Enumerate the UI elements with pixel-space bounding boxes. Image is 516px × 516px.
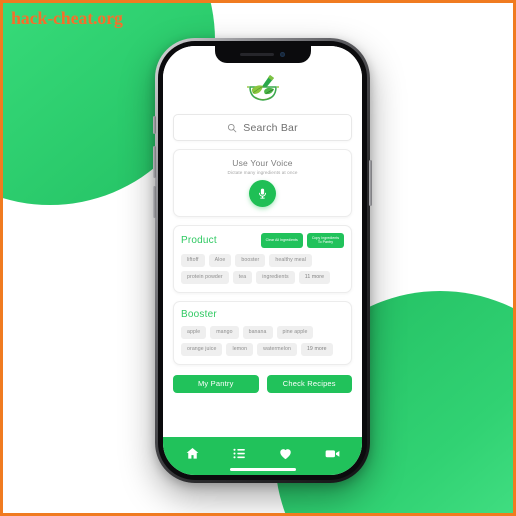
earpiece-speaker [240,53,274,56]
search-icon [228,123,237,132]
tag-item[interactable]: liftoff [181,253,205,267]
voice-input-card[interactable]: Use Your Voice Dictate many ingredients … [173,149,352,217]
tag-item[interactable]: ingredients [256,270,295,284]
clear-all-ingredients-button[interactable]: Clear All Ingredients [260,233,303,248]
bottom-navigation-bar [163,437,362,475]
phone-mute-switch [153,116,156,134]
mortar-pestle-leaf-logo-icon [246,75,279,101]
watermark-text: hack-cheat.org [11,8,123,28]
my-pantry-button[interactable]: My Pantry [173,374,259,393]
list-icon [233,448,245,458]
voice-card-subtitle: Dictate many ingredients at once [227,170,298,175]
section-booster: Booster apple mango banana pine apple or… [173,300,352,365]
microphone-icon [259,188,266,199]
section-product: Product Clear All Ingredients Copy Ingre… [173,225,352,293]
section-booster-header: Booster [181,309,344,320]
tag-item[interactable]: banana [242,325,273,339]
home-icon [186,447,199,459]
tag-item[interactable]: protein powder [181,270,229,284]
section-product-title: Product [181,234,217,246]
product-tag-list: liftoff Aloe booster healthy meal protei… [181,253,344,284]
booster-tag-list: apple mango banana pine apple orange jui… [181,325,344,356]
tag-item[interactable]: tea [232,270,253,284]
nav-item-list[interactable] [226,442,252,464]
tag-item[interactable]: Aloe [208,253,232,267]
section-booster-title: Booster [181,308,217,320]
phone-mockup: Search Bar Use Your Voice Dictate many i… [153,38,372,483]
search-input[interactable]: Search Bar [173,114,352,141]
video-camera-icon [325,449,340,457]
voice-card-title: Use Your Voice [232,158,293,168]
tag-item[interactable]: pine apple [276,325,314,339]
tag-more-booster[interactable]: 19 more [300,342,333,356]
phone-screen: Search Bar Use Your Voice Dictate many i… [163,46,362,475]
check-recipes-button[interactable]: Check Recipes [266,374,352,393]
front-camera-icon [280,52,285,57]
primary-actions: My Pantry Check Recipes [173,374,352,393]
section-product-actions: Clear All Ingredients Copy Ingredients T… [260,233,344,248]
tag-item[interactable]: orange juice [181,342,223,356]
nav-item-home[interactable] [179,442,205,464]
section-product-header: Product Clear All Ingredients Copy Ingre… [181,233,344,248]
screenshot-canvas: hack-cheat.org Search Bar Use Your Voice… [0,0,516,516]
home-indicator [229,468,296,471]
phone-power-button [369,160,372,206]
app-content: Search Bar Use Your Voice Dictate many i… [163,46,362,437]
app-logo [173,70,352,106]
phone-volume-up-button [153,146,156,178]
phone-volume-down-button [153,186,156,218]
phone-notch [214,46,311,63]
copy-ingredients-to-pantry-button[interactable]: Copy Ingredients To Pantry [306,233,344,248]
tag-item[interactable]: booster [235,253,266,267]
tag-item[interactable]: healthy meal [269,253,312,267]
tag-item[interactable]: lemon [226,342,254,356]
microphone-button[interactable] [249,180,276,207]
tag-item[interactable]: apple [181,325,207,339]
tag-more-product[interactable]: 11 more [298,270,331,284]
nav-item-video[interactable] [320,442,346,464]
nav-item-favorites[interactable] [273,442,299,464]
phone-bezel: Search Bar Use Your Voice Dictate many i… [158,41,367,480]
search-placeholder-text: Search Bar [243,121,298,134]
tag-item[interactable]: mango [210,325,239,339]
tag-item[interactable]: watermelon [257,342,297,356]
heart-icon [280,448,292,459]
